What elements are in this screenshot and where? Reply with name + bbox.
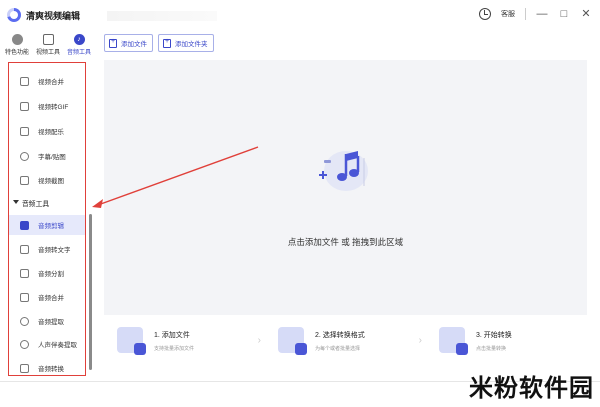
convert-icon — [439, 327, 468, 355]
step-choose-format: 2. 选择转换格式 为每个或者批量选择 › — [265, 325, 426, 363]
video-add-icon — [117, 327, 146, 355]
screenshot-icon — [20, 175, 29, 185]
sidebar-item-label: 音频转文字 — [38, 247, 71, 254]
sidebar-item-video-music[interactable]: 视频配乐 — [9, 121, 85, 141]
sidebar-group-label: 音频工具 — [22, 201, 50, 208]
format-list-icon — [278, 327, 307, 355]
audio-merge-icon — [20, 292, 29, 302]
sidebar-item-audio-cut[interactable]: 音频剪辑 — [9, 215, 85, 235]
audio-tool-icon: ♪ — [73, 34, 85, 45]
sidebar-item-label: 视频合并 — [38, 79, 64, 86]
minimize-button[interactable]: — — [536, 7, 548, 21]
add-folder-button[interactable]: 添加文件夹 — [158, 34, 214, 52]
gif-icon — [20, 101, 29, 111]
add-folder-icon — [163, 38, 171, 48]
app-logo-icon — [7, 8, 21, 22]
sidebar: 视频合并 视频转GIF 视频配乐 字幕/贴图 视频截图 音频工具 音频剪辑 音频… — [8, 62, 86, 376]
add-file-button[interactable]: 添加文件 — [104, 34, 153, 52]
feature-icon — [11, 34, 23, 45]
sidebar-item-label: 音频提取 — [38, 319, 64, 326]
sidebar-item-subtitle[interactable]: 字幕/贴图 — [9, 146, 85, 166]
subtitle-icon — [20, 151, 29, 161]
sidebar-item-video-merge[interactable]: 视频合并 — [9, 71, 85, 91]
chevron-right-icon: › — [418, 335, 422, 346]
history-icon[interactable] — [479, 8, 491, 20]
sidebar-item-audio-convert[interactable]: 音频转换 — [9, 358, 85, 375]
caret-down-icon — [13, 200, 19, 204]
sidebar-item-screenshot[interactable]: 视频截图 — [9, 170, 85, 190]
audio-text-icon — [20, 244, 29, 254]
add-file-label: 添加文件 — [121, 41, 147, 48]
audio-convert-icon — [20, 363, 29, 373]
audio-extract-icon — [20, 316, 29, 326]
sidebar-item-audio-text[interactable]: 音频转文字 — [9, 239, 85, 259]
close-button[interactable]: ✕ — [580, 7, 592, 21]
add-file-icon — [109, 38, 117, 48]
vocal-extract-icon — [20, 339, 29, 349]
step-title: 1. 添加文件 — [154, 332, 190, 339]
tab-feature[interactable]: 特色功能 — [2, 34, 32, 56]
title-controls: 客服 — □ ✕ — [479, 7, 592, 21]
video-tool-icon — [42, 34, 54, 45]
sidebar-item-label: 字幕/贴图 — [38, 154, 66, 161]
sidebar-item-audio-merge[interactable]: 音频合并 — [9, 287, 85, 307]
sidebar-item-label: 人声伴奏提取 — [38, 342, 77, 349]
step-start-convert: 3. 开始转换 点击批量转换 — [426, 325, 587, 363]
audio-split-icon — [20, 268, 29, 278]
tab-audio-label: 音频工具 — [66, 50, 91, 56]
chevron-right-icon: › — [257, 335, 261, 346]
drop-zone-text: 点击添加文件 或 拖拽到此区域 — [287, 237, 404, 247]
sidebar-item-label: 音频转换 — [38, 366, 64, 373]
step-title: 3. 开始转换 — [476, 332, 512, 339]
step-title: 2. 选择转换格式 — [315, 332, 365, 339]
sidebar-item-label: 视频转GIF — [38, 104, 69, 111]
sidebar-item-label: 视频配乐 — [38, 129, 64, 136]
audio-cut-icon — [20, 220, 29, 230]
title-divider — [525, 8, 526, 20]
tab-video-label: 视频工具 — [35, 50, 60, 56]
step-add-file: 1. 添加文件 支持批量添加文件 › — [104, 325, 265, 363]
sidebar-item-vocal-extract[interactable]: 人声伴奏提取 — [9, 334, 85, 354]
title-blur-area — [107, 11, 217, 21]
customer-service-link[interactable]: 客服 — [501, 9, 515, 19]
sidebar-item-label: 音频合并 — [38, 295, 64, 302]
title-bar: 清爽视频编辑 客服 — □ ✕ — [0, 0, 600, 30]
step-subtitle: 为每个或者批量选择 — [315, 346, 361, 352]
tab-video-tools[interactable]: 视频工具 — [33, 34, 63, 56]
merge-icon — [20, 76, 29, 86]
toolbar: 添加文件 添加文件夹 — [104, 34, 214, 52]
tab-audio-tools[interactable]: ♪ 音频工具 — [64, 34, 94, 56]
add-folder-label: 添加文件夹 — [175, 41, 208, 48]
sidebar-item-audio-extract[interactable]: 音频提取 — [9, 311, 85, 331]
maximize-button[interactable]: □ — [558, 7, 570, 21]
tool-tabs: 特色功能 视频工具 ♪ 音频工具 — [2, 34, 94, 56]
sidebar-item-label: 音频剪辑 — [38, 223, 64, 230]
watermark: 米粉软件园 — [469, 375, 594, 402]
tab-feature-label: 特色功能 — [4, 50, 29, 56]
sidebar-item-label: 视频截图 — [38, 178, 64, 185]
step-subtitle: 支持批量添加文件 — [154, 346, 195, 352]
sidebar-item-video-gif[interactable]: 视频转GIF — [9, 96, 85, 116]
music-icon — [20, 126, 29, 136]
sidebar-item-audio-split[interactable]: 音频分割 — [9, 263, 85, 283]
sidebar-scrollbar[interactable] — [89, 214, 92, 370]
drop-zone[interactable]: 点击添加文件 或 拖拽到此区域 — [104, 60, 587, 315]
step-subtitle: 点击批量转换 — [476, 346, 507, 352]
steps-bar: 1. 添加文件 支持批量添加文件 › 2. 选择转换格式 为每个或者批量选择 ›… — [104, 325, 587, 363]
app-title: 清爽视频编辑 — [26, 11, 81, 21]
sidebar-item-label: 音频分割 — [38, 271, 64, 278]
app-window: 清爽视频编辑 客服 — □ ✕ 特色功能 视频工具 ♪ 音频工具 视频合并 视频… — [0, 0, 600, 407]
sidebar-group-audio[interactable]: 音频工具 — [9, 196, 85, 210]
audio-add-icon — [319, 151, 368, 191]
